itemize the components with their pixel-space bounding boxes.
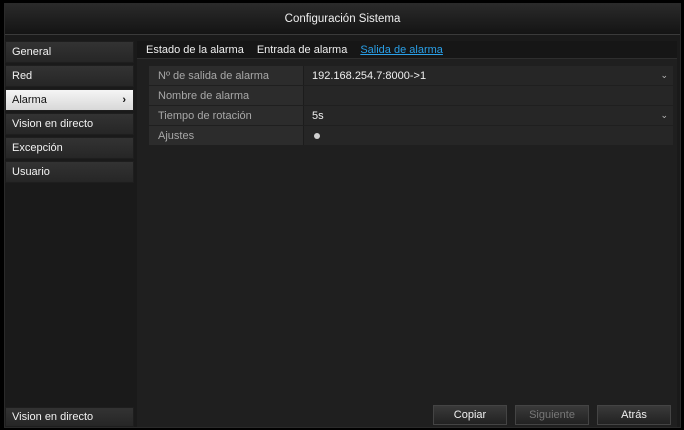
sidebar-item-general[interactable]: General [5, 41, 134, 63]
settings-label: Ajustes [149, 126, 304, 145]
dwell-time-label: Tiempo de rotación [149, 106, 304, 125]
next-button[interactable]: Siguiente [515, 405, 589, 425]
sidebar-item-label: Excepción [12, 142, 63, 154]
sidebar-item-label: Vision en directo [12, 118, 94, 130]
dwell-time-value: 5s [312, 109, 324, 122]
alarm-output-label: Nº de salida de alarma [149, 66, 304, 85]
settings-dot-icon [314, 132, 320, 139]
tab-estado-de-la-alarma[interactable]: Estado de la alarma [146, 44, 244, 56]
chevron-right-icon: › [122, 94, 126, 106]
sidebar-item-usuario[interactable]: Usuario [5, 161, 134, 183]
sidebar-item-label: Alarma [12, 94, 47, 106]
sidebar: General Red Alarma › Vision en directo E… [5, 41, 134, 427]
form-row-alarm-name: Nombre de alarma [149, 86, 673, 105]
settings-button[interactable] [304, 126, 673, 145]
main-panel: Estado de la alarma Entrada de alarma Sa… [137, 41, 677, 427]
sidebar-item-alarma[interactable]: Alarma › [5, 89, 134, 111]
form-row-settings: Ajustes [149, 126, 673, 145]
form-row-dwell-time: Tiempo de rotación 5s ⌄ [149, 106, 673, 125]
sidebar-item-red[interactable]: Red [5, 65, 134, 87]
sidebar-item-vision-en-directo[interactable]: Vision en directo [5, 113, 134, 135]
alarm-output-select[interactable]: 192.168.254.7:8000->1 ⌄ [304, 66, 673, 85]
window-title: Configuración Sistema [5, 4, 680, 35]
tab-salida-de-alarma[interactable]: Salida de alarma [360, 44, 443, 56]
live-view-label: Vision en directo [12, 411, 94, 423]
copy-button[interactable]: Copiar [433, 405, 507, 425]
sidebar-item-label: General [12, 46, 52, 58]
alarm-name-input[interactable] [304, 86, 673, 105]
back-button[interactable]: Atrás [597, 405, 671, 425]
config-window: Configuración Sistema General Red Alarma… [4, 3, 681, 428]
dwell-time-select[interactable]: 5s ⌄ [304, 106, 673, 125]
alarm-name-label: Nombre de alarma [149, 86, 304, 105]
chevron-down-icon: ⌄ [660, 70, 668, 80]
sidebar-item-excepcion[interactable]: Excepción [5, 137, 134, 159]
live-view-button[interactable]: Vision en directo [5, 407, 134, 427]
tab-entrada-de-alarma[interactable]: Entrada de alarma [257, 44, 348, 56]
button-bar: Copiar Siguiente Atrás [433, 405, 671, 425]
tab-bar: Estado de la alarma Entrada de alarma Sa… [137, 41, 677, 59]
sidebar-item-label: Usuario [12, 166, 50, 178]
settings-form: Nº de salida de alarma 192.168.254.7:800… [149, 66, 673, 146]
chevron-down-icon: ⌄ [660, 110, 668, 120]
sidebar-item-label: Red [12, 70, 33, 82]
alarm-output-value: 192.168.254.7:8000->1 [312, 69, 427, 82]
form-row-alarm-output: Nº de salida de alarma 192.168.254.7:800… [149, 66, 673, 85]
